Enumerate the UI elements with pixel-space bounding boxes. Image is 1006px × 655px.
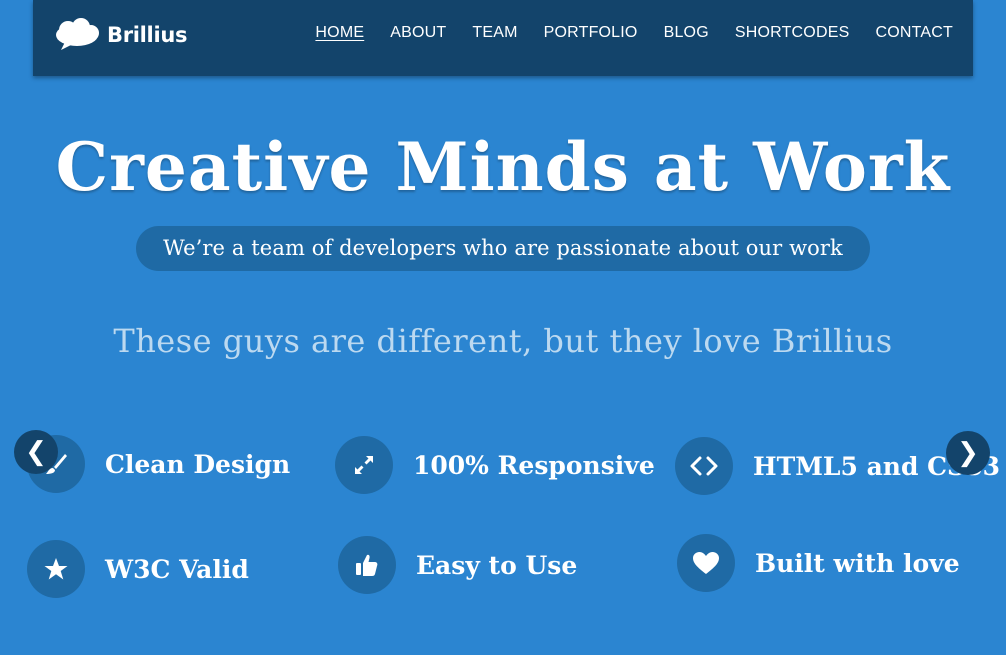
main-nav: HOME ABOUT TEAM PORTFOLIO BLOG SHORTCODE…	[315, 24, 953, 42]
page: Brillius HOME ABOUT TEAM PORTFOLIO BLOG …	[0, 0, 1006, 655]
feature-clean-design: Clean Design	[27, 435, 290, 493]
feature-built-with-love: Built with love	[677, 534, 960, 592]
feature-label: Clean Design	[105, 449, 291, 479]
nav-home[interactable]: HOME	[315, 24, 364, 42]
section-subheading: These guys are different, but they love …	[113, 322, 893, 360]
nav-blog[interactable]: BLOG	[664, 24, 709, 42]
code-icon	[675, 437, 733, 495]
nav-about[interactable]: ABOUT	[390, 24, 446, 42]
hero-title: Creative Minds at Work	[55, 128, 951, 206]
feature-label: Built with love	[755, 548, 960, 578]
heart-icon	[677, 534, 735, 592]
brand-logo[interactable]: Brillius	[53, 18, 188, 52]
brand-name: Brillius	[107, 23, 188, 47]
carousel-next-button[interactable]: ❯	[946, 431, 990, 475]
nav-contact[interactable]: CONTACT	[875, 24, 953, 42]
carousel-prev-button[interactable]: ❮	[14, 430, 58, 474]
cloud-logo-icon	[53, 18, 101, 52]
nav-shortcodes[interactable]: SHORTCODES	[735, 24, 850, 42]
nav-team[interactable]: TEAM	[472, 24, 517, 42]
thumbs-up-icon	[338, 536, 396, 594]
feature-label: 100% Responsive	[413, 450, 655, 480]
feature-easy-to-use: Easy to Use	[338, 536, 577, 594]
feature-w3c-valid: W3C Valid	[27, 540, 249, 598]
hero-tagline: We’re a team of developers who are passi…	[136, 226, 870, 271]
feature-label: Easy to Use	[416, 550, 578, 580]
feature-label: W3C Valid	[105, 554, 249, 584]
nav-portfolio[interactable]: PORTFOLIO	[544, 24, 638, 42]
star-icon	[27, 540, 85, 598]
expand-icon	[335, 436, 393, 494]
feature-responsive: 100% Responsive	[335, 436, 655, 494]
top-navbar: Brillius HOME ABOUT TEAM PORTFOLIO BLOG …	[33, 0, 973, 76]
